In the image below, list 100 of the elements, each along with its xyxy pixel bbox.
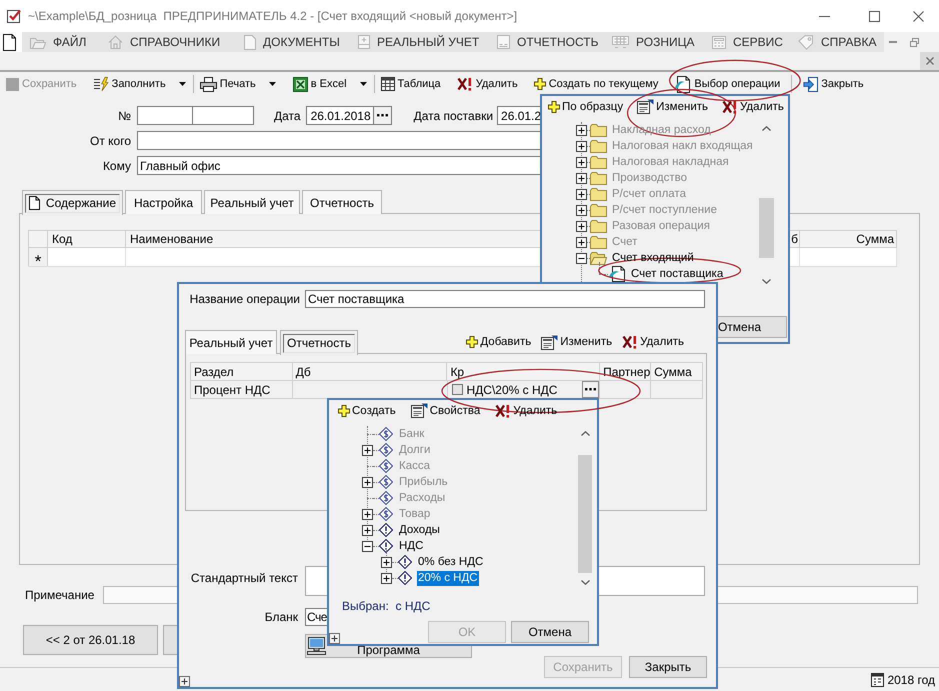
square-icon [6,78,19,90]
field-label: Дата поставки [414,108,494,122]
toolbar-button[interactable]: По образцу [548,96,624,116]
plus-icon [466,336,478,348]
menu-item[interactable]: СПРАВКА [798,34,876,50]
menu-item[interactable]: СЕРВИС [712,35,783,49]
delete-icon [456,77,473,91]
status-text: 2018 год [887,672,935,686]
folder-icon [590,124,607,136]
tree-item[interactable]: 0% без НДС [417,554,484,570]
edit-icon [541,334,558,350]
field-label: От кого [88,134,131,148]
window-title: ~\Example\БД_розница ПРЕДПРИНИМАТЕЛЬ 4.2 - [Счет входящий <новый документ>] [28,9,518,23]
folder-icon [590,188,607,200]
tab[interactable]: Содержание [22,190,123,215]
arrow-box-icon [803,76,818,92]
tab[interactable]: Реальный учет [204,190,300,214]
browse-button[interactable] [582,381,600,398]
tab[interactable]: Настройка [125,190,202,214]
scrollbar-thumb[interactable] [578,455,592,573]
keyboard-icon [612,36,629,48]
field-label: Бланк [264,610,298,624]
toolbar-button[interactable]: Добавить [466,332,532,352]
tree-item[interactable]: Доходы [398,522,441,538]
diamond-dollar-icon [379,459,393,473]
account-path: НДС\20% с НДС [466,382,558,396]
browse-button[interactable] [372,107,391,124]
folder-icon [590,236,607,248]
diamond-dollar-icon [379,427,393,441]
toolbar-button[interactable]: Удалить [456,73,519,95]
ledger-icon [358,35,370,49]
plus-icon [548,100,560,112]
operation-name-field[interactable]: Счет поставщика [305,290,705,308]
checkbox[interactable] [452,384,462,395]
diamond-exclamation-icon [379,523,393,537]
lines-bolt-icon [92,77,109,91]
maximize-icon [868,10,880,22]
toolbar-button[interactable]: Печать [198,73,257,95]
caret-icon [360,82,367,86]
tab[interactable]: Реальный учет [185,330,277,354]
plus-box-icon[interactable] [381,572,392,584]
tab[interactable]: Отчетность [280,330,358,355]
toolbar-button[interactable]: Закрыть [802,73,865,95]
menu-item[interactable]: РОЗНИЦА [612,35,694,49]
nav-button[interactable]: << 2 от 26.01.18 [23,625,158,655]
toolbar-button[interactable]: Изменить [637,96,708,116]
ellipsis-icon [585,388,596,391]
toolbar-button[interactable]: Создать [338,400,396,420]
form-icon [497,35,510,49]
menu-item[interactable]: ДОКУМЕНТЫ [244,34,340,50]
input-field[interactable] [193,106,254,125]
toolbar-button[interactable]: Удалить [722,96,784,116]
restore-icon[interactable] [910,38,919,46]
input-field[interactable] [137,106,193,125]
toolbar-button[interactable]: Заполнить [92,73,167,95]
ellipsis-icon [376,114,388,117]
edit-icon [410,403,428,418]
menu-item[interactable]: ОТЧЕТНОСТЬ [497,35,598,49]
caret-icon [178,82,186,86]
toolbar-button[interactable]: Таблица [380,73,442,95]
minus-box-icon[interactable] [362,540,373,552]
field-label: Стандартный текст [190,570,298,585]
minus-box-icon[interactable] [576,252,587,264]
plus-box-icon[interactable] [381,556,392,568]
menu-item[interactable]: СПРАВОЧНИКИ [108,35,220,49]
toolbar-button[interactable]: в Excel [292,73,348,95]
field-label: Дата [274,108,301,122]
house-icon [108,35,123,49]
tree-item[interactable]: 20% с НДС [417,570,479,586]
field-label: Кому [102,158,131,172]
diamond-dollar-icon [379,507,393,521]
toolbar-button[interactable]: Свойства [410,400,480,420]
menu-item[interactable]: РЕАЛЬНЫЙ УЧЕТ [358,35,480,49]
close-button[interactable] [920,52,939,70]
chevron-down-icon [580,580,590,585]
tree-item[interactable]: НДС [398,538,424,554]
toolbar-button[interactable]: Создать по текущему [532,73,660,95]
scrollbar-thumb[interactable] [759,198,774,258]
table-icon [380,77,395,91]
delete-icon [495,404,512,418]
chevron-up-icon [762,126,771,131]
toolbar-button[interactable]: Удалить [622,332,684,352]
plus-box-icon[interactable] [362,524,373,536]
selection-text: Выбран: с НДС [342,600,430,613]
calculator-icon [712,36,726,48]
toolbar-button[interactable]: Изменить [541,332,612,352]
caret-icon [268,82,276,86]
tab[interactable]: Отчетность [302,190,382,214]
diamond-exclamation-icon [398,555,412,569]
dialog-button[interactable]: Закрыть [629,656,707,678]
diamond-dollar-icon [379,475,393,489]
folder-icon [590,204,607,216]
edit-icon [637,99,654,114]
delete-icon [722,100,738,114]
menu-item[interactable]: ФАЙЛ [30,35,86,49]
date-field[interactable]: 26.01.2018 [306,106,392,125]
document-icon [608,266,626,282]
folder-icon [30,36,46,48]
dialog-button[interactable]: Отмена [511,621,589,643]
open-folder-icon [590,252,607,264]
